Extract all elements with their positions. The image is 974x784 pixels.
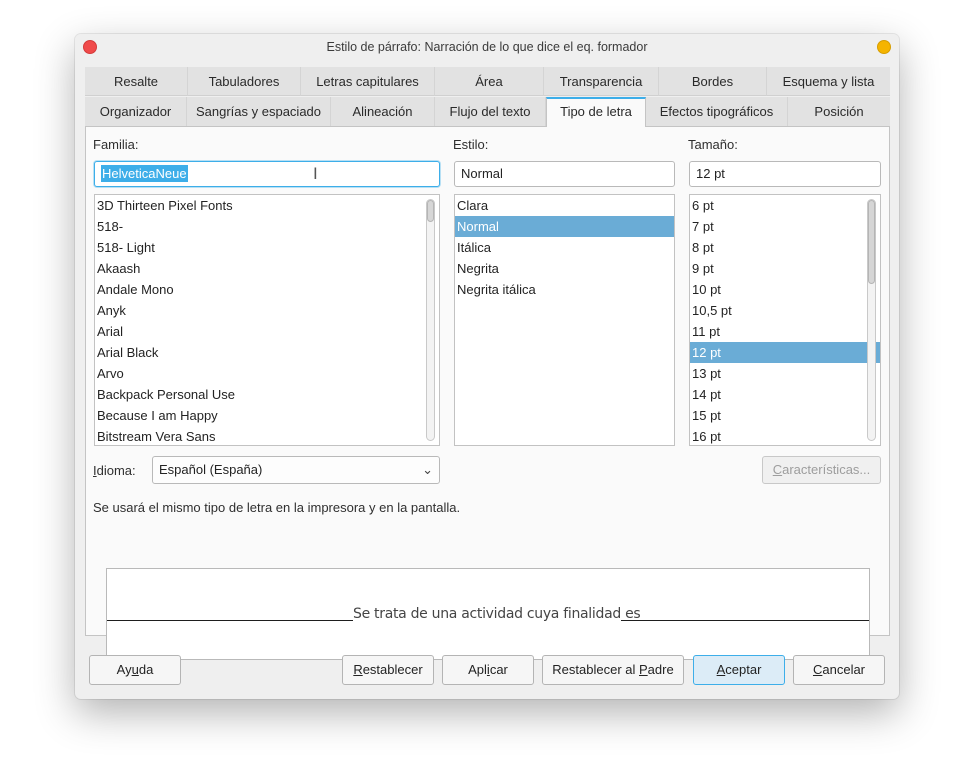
minimize-window-icon[interactable] xyxy=(877,40,891,54)
family-list-item[interactable]: 518- xyxy=(95,216,439,237)
size-list-item[interactable]: 15 pt xyxy=(690,405,880,426)
family-list-item[interactable]: Arvo xyxy=(95,363,439,384)
family-list-item[interactable]: 518- Light xyxy=(95,237,439,258)
help-button-label: Ayuda xyxy=(116,662,154,677)
tab-resalte[interactable]: Resalte xyxy=(85,67,188,96)
tab-sangrias-y-espaciado[interactable]: Sangrías y espaciado xyxy=(187,97,331,126)
help-button[interactable]: Ayuda xyxy=(89,655,181,685)
preview-baseline-right xyxy=(621,620,869,621)
font-tab-panel: Familia: HelveticaNeue I 3D Thirteen Pix… xyxy=(85,127,890,660)
family-list-item[interactable]: 3D Thirteen Pixel Fonts xyxy=(95,195,439,216)
close-window-icon[interactable] xyxy=(83,40,97,54)
family-input[interactable]: HelveticaNeue I xyxy=(94,161,440,187)
tab-tipo-de-letra[interactable]: Tipo de letra xyxy=(546,97,646,127)
size-label: Tamaño: xyxy=(688,137,738,152)
size-list-item[interactable]: 12 pt xyxy=(690,342,880,363)
family-list-item[interactable]: Because I am Happy xyxy=(95,405,439,426)
style-list-item[interactable]: Normal xyxy=(455,216,674,237)
size-list-item[interactable]: 10 pt xyxy=(690,279,880,300)
title-bar[interactable]: Estilo de párrafo: Narración de lo que d… xyxy=(75,34,899,60)
language-label-rest: dioma: xyxy=(96,463,136,478)
family-list-item[interactable]: Akaash xyxy=(95,258,439,279)
family-list-item[interactable]: Bitstream Vera Sans xyxy=(95,426,439,445)
style-label: Estilo: xyxy=(453,137,489,152)
tab-bordes[interactable]: Bordes xyxy=(659,67,767,96)
size-list-item[interactable]: 11 pt xyxy=(690,321,880,342)
size-list-item[interactable]: 14 pt xyxy=(690,384,880,405)
style-list[interactable]: Clara Normal Itálica Negrita Negrita itálica xyxy=(454,194,675,446)
family-list-item[interactable]: Arial xyxy=(95,321,439,342)
family-input-value: HelveticaNeue xyxy=(101,165,188,182)
style-list-item[interactable]: Clara xyxy=(455,195,674,216)
reset-button[interactable]: Restablecer xyxy=(342,655,434,685)
style-list-item[interactable]: Negrita xyxy=(455,258,674,279)
tab-letras-capitulares[interactable]: Letras capitulares xyxy=(301,67,435,96)
features-button[interactable]: Características... xyxy=(762,456,881,484)
size-list-item[interactable]: 7 pt xyxy=(690,216,880,237)
reset-to-parent-button[interactable]: Restablecer al Padre xyxy=(542,655,684,685)
chevron-down-icon: ⌄ xyxy=(422,462,433,477)
family-list[interactable]: 3D Thirteen Pixel Fonts 518- 518- Light Aka… xyxy=(94,194,440,446)
cancel-button[interactable]: Cancelar xyxy=(793,655,885,685)
text-cursor-icon: I xyxy=(313,164,318,183)
size-scrollbar[interactable] xyxy=(867,199,876,441)
family-label: Familia: xyxy=(93,137,139,152)
family-list-item[interactable]: Backpack Personal Use xyxy=(95,384,439,405)
tab-alineacion[interactable]: Alineación xyxy=(331,97,435,126)
preview-baseline-left xyxy=(107,620,353,621)
ok-button[interactable]: Aceptar xyxy=(693,655,785,685)
size-list-item[interactable]: 16 pt xyxy=(690,426,880,445)
size-scrollbar-thumb[interactable] xyxy=(868,200,875,284)
tab-row-1: Resalte Tabuladores Letras capitulares Á… xyxy=(85,67,890,97)
reset-to-parent-button-label: Restablecer al Padre xyxy=(552,662,674,677)
cancel-button-label: Cancelar xyxy=(812,662,866,677)
preview-text: Se trata de una actividad cuya finalidad… xyxy=(353,606,641,622)
tab-row-2: Organizador Sangrías y espaciado Alineac… xyxy=(85,97,890,127)
family-list-item[interactable]: Arial Black xyxy=(95,342,439,363)
window-title: Estilo de párrafo: Narración de lo que d… xyxy=(326,40,648,54)
size-input[interactable]: 12 pt xyxy=(689,161,881,187)
style-list-item[interactable]: Negrita itálica xyxy=(455,279,674,300)
family-list-item[interactable]: Andale Mono xyxy=(95,279,439,300)
tab-posicion[interactable]: Posición xyxy=(788,97,890,126)
size-list-item[interactable]: 6 pt xyxy=(690,195,880,216)
style-input[interactable]: Normal xyxy=(454,161,675,187)
tab-tabuladores[interactable]: Tabuladores xyxy=(188,67,301,96)
reset-button-label: Restablecer xyxy=(353,662,423,677)
font-preview: Se trata de una actividad cuya finalidad… xyxy=(106,568,870,660)
language-label: Idioma: xyxy=(93,463,136,478)
tab-area[interactable]: Área xyxy=(435,67,544,96)
tab-organizador[interactable]: Organizador xyxy=(85,97,187,126)
tab-transparencia[interactable]: Transparencia xyxy=(544,67,659,96)
tab-flujo-del-texto[interactable]: Flujo del texto xyxy=(435,97,546,126)
family-scrollbar[interactable] xyxy=(426,199,435,441)
ok-button-label: Aceptar xyxy=(716,662,762,677)
apply-button-label: Aplicar xyxy=(468,662,508,677)
size-list-item[interactable]: 13 pt xyxy=(690,363,880,384)
family-scrollbar-thumb[interactable] xyxy=(427,200,434,222)
size-list-item[interactable]: 8 pt xyxy=(690,237,880,258)
size-list[interactable]: 6 pt 7 pt 8 pt 9 pt 10 pt 10,5 pt 11 pt 12 pt 13… xyxy=(689,194,881,446)
language-select-value: Español (España) xyxy=(159,462,263,477)
tab-esquema-y-lista[interactable]: Esquema y lista xyxy=(767,67,890,96)
apply-button[interactable]: Aplicar xyxy=(442,655,534,685)
size-list-item[interactable]: 9 pt xyxy=(690,258,880,279)
paragraph-style-dialog: Estilo de párrafo: Narración de lo que d… xyxy=(75,34,899,699)
size-list-item[interactable]: 10,5 pt xyxy=(690,300,880,321)
language-select[interactable]: Español (España) ⌄ xyxy=(152,456,440,484)
family-list-item[interactable]: Anyk xyxy=(95,300,439,321)
features-button-label: aracterísticas... xyxy=(782,462,871,477)
info-text: Se usará el mismo tipo de letra en la im… xyxy=(93,500,461,515)
style-list-item[interactable]: Itálica xyxy=(455,237,674,258)
tab-efectos-tipograficos[interactable]: Efectos tipográficos xyxy=(646,97,788,126)
